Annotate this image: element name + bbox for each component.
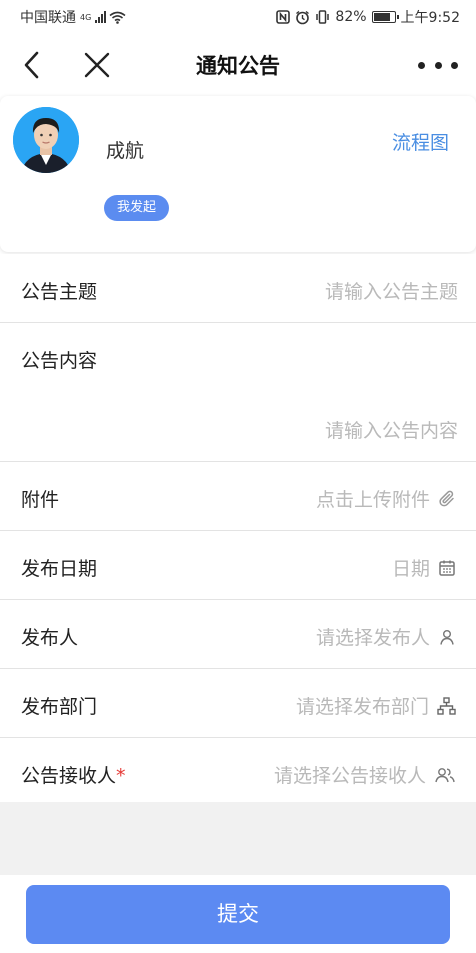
attachment-upload[interactable]: 点击上传附件 [316, 485, 456, 512]
status-right: 82% 上午9:52 [276, 7, 460, 27]
form-bottom-spacer [0, 802, 476, 875]
content-textarea[interactable]: 请输入公告内容 [325, 416, 458, 443]
applicant-card: 成航 流程图 我发起 [0, 96, 476, 252]
alarm-icon [296, 10, 310, 24]
field-label: 公告主题 [21, 281, 98, 303]
field-placeholder: 请输入公告内容 [324, 420, 458, 442]
more-icon-dot [451, 61, 458, 69]
chevron-left-icon [24, 51, 39, 79]
avatar-portrait [13, 107, 79, 173]
publisher-select[interactable]: 请选择发布人 [316, 623, 456, 650]
vibrate-icon [316, 10, 330, 24]
required-mark: * [116, 765, 126, 787]
field-label: 发布部门 [21, 696, 98, 718]
avatar [13, 107, 79, 173]
wifi-icon [109, 11, 126, 24]
back-button[interactable] [18, 48, 48, 82]
field-date[interactable]: 发布日期 日期 [0, 531, 476, 600]
clock: 上午9:52 [400, 10, 460, 26]
subject-input[interactable]: 请输入公告主题 [325, 277, 458, 304]
field-label: 发布日期 [21, 558, 98, 580]
battery-icon [371, 11, 399, 23]
footer-bar: 提交 [0, 875, 476, 953]
status-bar: 中国联通 4G 82% 上午9:52 [0, 0, 476, 34]
department-select[interactable]: 请选择发布部门 [296, 692, 456, 719]
field-recipients[interactable]: 公告接收人* 请选择公告接收人 [0, 738, 476, 807]
close-icon [84, 52, 110, 78]
field-placeholder: 点击上传附件 [315, 489, 430, 511]
field-placeholder: 请选择发布人 [315, 627, 430, 649]
field-department[interactable]: 发布部门 请选择发布部门 [0, 669, 476, 738]
field-publisher[interactable]: 发布人 请选择发布人 [0, 600, 476, 669]
close-button[interactable] [80, 48, 114, 82]
more-button[interactable] [418, 52, 458, 78]
more-icon-dot [434, 61, 442, 69]
field-placeholder: 请选择公告接收人 [273, 765, 426, 787]
signal-icon [95, 11, 107, 23]
notice-form: 公告主题 请输入公告主题 公告内容 请输入公告内容 附件 点击上传附件 发布日期… [0, 254, 476, 807]
field-placeholder: 请选择发布部门 [295, 696, 429, 718]
people-icon [435, 767, 455, 782]
field-subject[interactable]: 公告主题 请输入公告主题 [0, 254, 476, 323]
date-picker[interactable]: 日期 [392, 554, 456, 581]
submit-button[interactable]: 提交 [26, 885, 450, 944]
paperclip-icon [439, 490, 454, 506]
status-left: 中国联通 4G [20, 7, 126, 27]
field-label: 发布人 [21, 627, 79, 649]
calendar-icon [439, 560, 455, 576]
field-attachment[interactable]: 附件 点击上传附件 [0, 462, 476, 531]
page-title: 通知公告 [196, 54, 280, 78]
field-label: 附件 [21, 489, 60, 511]
field-label-text: 公告接收人 [21, 765, 117, 787]
nfc-icon [276, 10, 291, 24]
field-content[interactable]: 公告内容 请输入公告内容 [0, 323, 476, 462]
field-label: 公告内容 [21, 350, 98, 372]
applicant-name: 成航 [106, 140, 145, 162]
recipients-select[interactable]: 请选择公告接收人 [274, 761, 456, 788]
network-type: 4G [80, 12, 92, 22]
nav-bar: 通知公告 [0, 34, 476, 96]
flow-chart-link[interactable]: 流程图 [392, 128, 449, 155]
carrier-label: 中国联通 [20, 10, 76, 26]
more-icon-dot [418, 61, 425, 69]
field-placeholder: 日期 [391, 558, 430, 580]
field-label: 公告接收人* [21, 761, 126, 788]
field-placeholder: 请输入公告主题 [324, 281, 458, 303]
person-icon [440, 629, 454, 645]
org-chart-icon [437, 696, 456, 715]
battery-percent: 82% [335, 9, 367, 25]
initiator-badge: 我发起 [104, 195, 170, 221]
